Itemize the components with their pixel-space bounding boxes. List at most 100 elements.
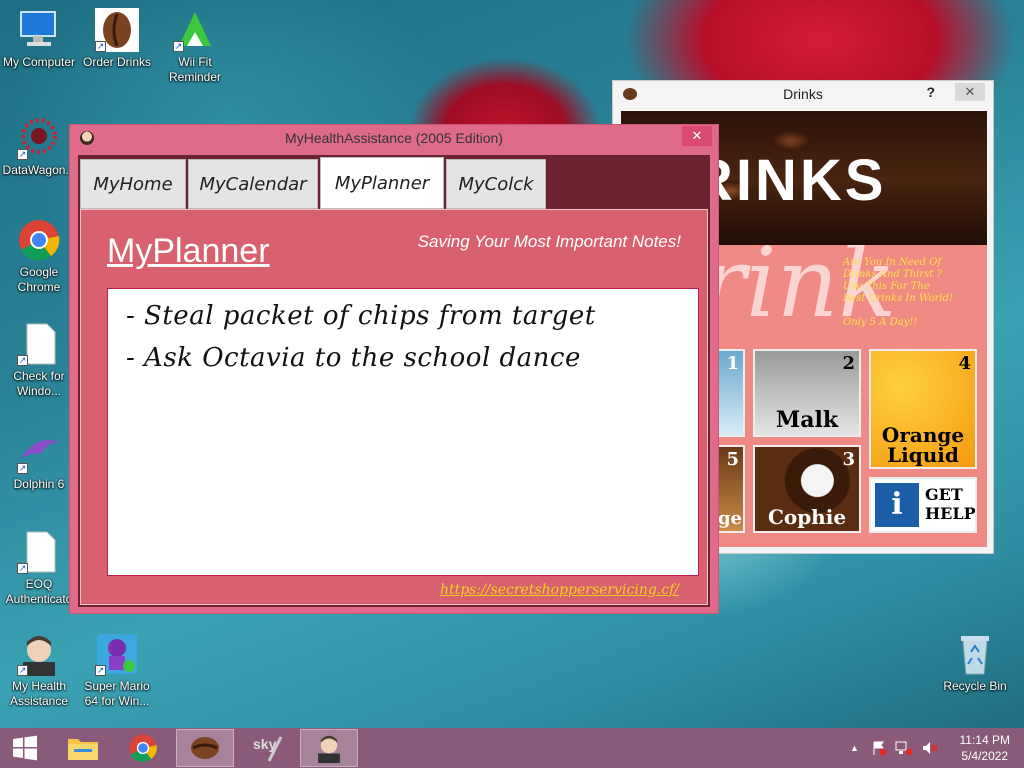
planner-subtitle: Saving Your Most Important Notes! [417,232,681,251]
drink-tile-1[interactable]: 1 [715,349,745,437]
windows-logo-icon [13,735,37,761]
taskbar-chrome[interactable] [114,729,172,767]
shortcut-arrow-icon: ↗ [17,665,28,676]
tab-label: MyCalendar [199,173,307,195]
action-center-flag-icon[interactable] [871,740,887,756]
shortcut-arrow-icon: ↗ [17,563,28,574]
taskbar-drinks[interactable] [176,729,234,767]
taskbar-health[interactable] [300,729,358,767]
sky-logo-icon: sky [253,736,283,762]
taskbar-clock[interactable]: 11:14 PM 5/4/2022 [960,732,1010,764]
desktop-icon-wii-fit[interactable]: ↗ Wii Fit Reminder [156,8,234,85]
website-link[interactable]: https://secretshopperservicing.cf/ [440,582,679,598]
desktop-icon-check-windows[interactable]: ↗ Check for Windo... [0,322,78,399]
desktop-icon-datawagon[interactable]: ↗ DataWagon... [0,116,78,178]
drink-tile-orange-liquid[interactable]: 4 Orange Liquid [869,349,977,469]
tab-mycalendar[interactable]: MyCalendar [188,159,318,209]
desktop-icon-label: DataWagon... [2,163,76,177]
volume-muted-icon[interactable] [921,740,939,756]
get-help-tile[interactable]: i GET HELP [869,477,977,533]
promo-line: Drinks And Thirst ? [843,269,942,280]
folder-icon [68,739,98,760]
drink-tile-5[interactable]: 5 ge [715,445,745,533]
desktop-icon-my-health[interactable]: ↗ My Health Assistance [0,632,78,709]
tile-label: ge [717,508,743,529]
start-button[interactable] [0,729,50,767]
desktop-icon-recycle-bin[interactable]: Recycle Bin [936,632,1014,694]
coffee-bean-icon [623,88,637,100]
tab-myplanner[interactable]: MyPlanner [320,157,444,209]
health-window[interactable]: MyHealthAssistance (2005 Edition) ✕ MyHo… [69,124,719,614]
planner-panel: MyPlanner Saving Your Most Important Not… [80,209,708,605]
shortcut-arrow-icon: ↗ [17,463,28,474]
window-title: MyHealthAssistance (2005 Edition) [285,130,503,146]
network-icon[interactable] [895,740,913,756]
desktop-icon-label: Recycle Bin [943,679,1007,693]
drink-tile-malk[interactable]: 2 Malk [753,349,861,437]
triforce-icon: ↗ [173,8,217,52]
tab-label: MyColck [458,173,534,195]
desktop-icon-order-drinks[interactable]: ↗ Order Drinks [78,8,156,70]
taskbar-sky[interactable]: sky [238,729,296,767]
tile-number: 2 [842,353,855,374]
promo-line: Are You In Need Of [843,257,942,268]
datawagon-icon: ↗ [17,116,61,160]
desktop-icon-label: Check for Windo... [13,369,65,398]
chrome-icon [129,734,157,762]
desktop-icon-super-mario[interactable]: ↗ Super Mario 64 for Win... [78,632,156,709]
help-button[interactable]: ? [926,84,935,100]
clock-time: 11:14 PM [959,733,1010,747]
promo-line: Best Drinks In World! [843,293,953,304]
get-help-label: GET HELP [925,485,976,523]
desktop-icon-label: Wii Fit Reminder [168,55,222,84]
computer-icon [17,8,61,52]
dolphin-icon: ↗ [17,430,61,474]
document-icon: ↗ [17,530,61,574]
tab-myhome[interactable]: MyHome [80,159,186,209]
desktop-icon-label: Super Mario 64 for Win... [84,679,150,708]
close-button[interactable]: ✕ [955,83,985,101]
mario-icon: ↗ [95,632,139,676]
health-body: MyHome MyCalendar MyPlanner MyColck MyPl… [78,155,710,607]
promo-line: Use This For The [843,281,930,292]
notes-area[interactable]: - Steal packet of chips from target - As… [107,288,699,576]
page-title: MyPlanner [107,232,270,270]
shortcut-arrow-icon: ↗ [95,41,106,52]
tile-label: Malk [775,407,839,433]
desktop-icon-chrome[interactable]: Google Chrome [0,218,78,295]
avatar-icon: ↗ [17,632,61,676]
shortcut-arrow-icon: ↗ [173,41,184,52]
chrome-icon [17,218,61,262]
tile-number: 3 [842,449,855,470]
desktop-icon-label: Dolphin 6 [13,477,65,491]
avatar-icon [318,735,340,763]
shortcut-arrow-icon: ↗ [17,355,28,366]
desktop-icon-my-computer[interactable]: My Computer [0,8,78,70]
tab-label: MyPlanner [334,172,430,194]
avatar-icon [80,131,94,145]
window-title: Drinks [783,86,823,102]
recycle-bin-icon [953,632,997,676]
desktop-icon-label: My Health Assistance [9,679,69,708]
drinks-title-bar[interactable]: Drinks ? ✕ [613,81,993,107]
tab-mycolck[interactable]: MyColck [446,159,546,209]
desktop-icon-label: Order Drinks [82,55,151,69]
desktop-icon-dolphin[interactable]: ↗ Dolphin 6 [0,430,78,492]
desktop-icon-eoq[interactable]: ↗ EOQ Authenticato [0,530,78,607]
system-tray: ▲ [850,728,939,768]
drink-tile-cophie[interactable]: 3 Cophie [753,445,861,533]
health-title-bar[interactable]: MyHealthAssistance (2005 Edition) ✕ [70,125,718,151]
shortcut-arrow-icon: ↗ [17,149,28,160]
promo-spacer [843,305,983,317]
tab-label: MyHome [93,173,173,195]
document-icon: ↗ [17,322,61,366]
coffee-bean-icon [191,737,219,759]
show-hidden-icons[interactable]: ▲ [850,743,859,753]
promo-line: Only 5 A Day!! [843,317,918,328]
close-button[interactable]: ✕ [682,126,712,146]
tile-number: 5 [726,449,739,470]
coffee-bean-icon: ↗ [95,8,139,52]
promo-text: Are You In Need Of Drinks And Thirst ? U… [843,257,983,329]
taskbar-file-explorer[interactable] [54,729,112,767]
tile-number: 1 [726,353,739,374]
